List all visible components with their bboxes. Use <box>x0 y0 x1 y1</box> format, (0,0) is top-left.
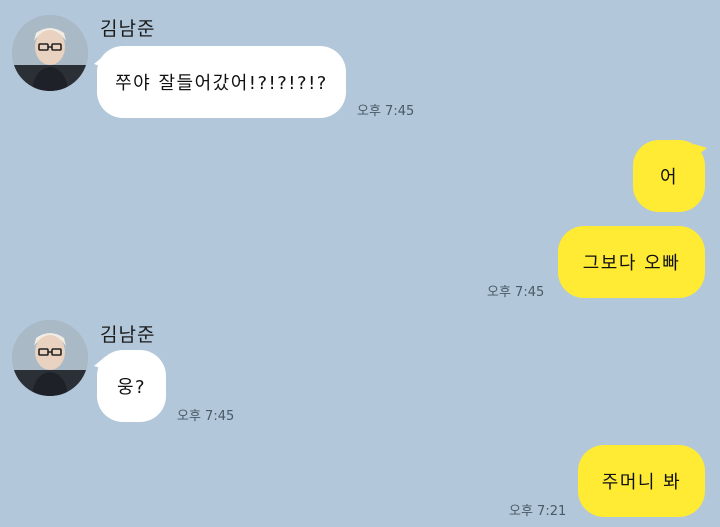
message-bubble-outgoing[interactable]: 어 <box>633 140 705 212</box>
sender-name: 김남준 <box>100 18 156 40</box>
sender-name: 김남준 <box>100 324 156 346</box>
message-timestamp: 오후 7:45 <box>177 409 235 424</box>
profile-avatar[interactable] <box>12 15 88 91</box>
message-bubble-outgoing[interactable]: 그보다 오빠 <box>558 226 705 298</box>
profile-photo-icon <box>12 15 88 91</box>
message-bubble-outgoing[interactable]: 주머니 봐 <box>578 445 705 517</box>
profile-avatar[interactable] <box>12 320 88 396</box>
message-timestamp: 오후 7:45 <box>487 285 545 300</box>
message-bubble-incoming[interactable]: 웅? <box>97 350 166 422</box>
profile-photo-icon <box>12 320 88 396</box>
message-timestamp: 오후 7:45 <box>357 104 415 119</box>
message-timestamp: 오후 7:21 <box>509 504 567 519</box>
message-bubble-incoming[interactable]: 쭈야 잘들어갔어!?!?!?!? <box>97 46 346 118</box>
